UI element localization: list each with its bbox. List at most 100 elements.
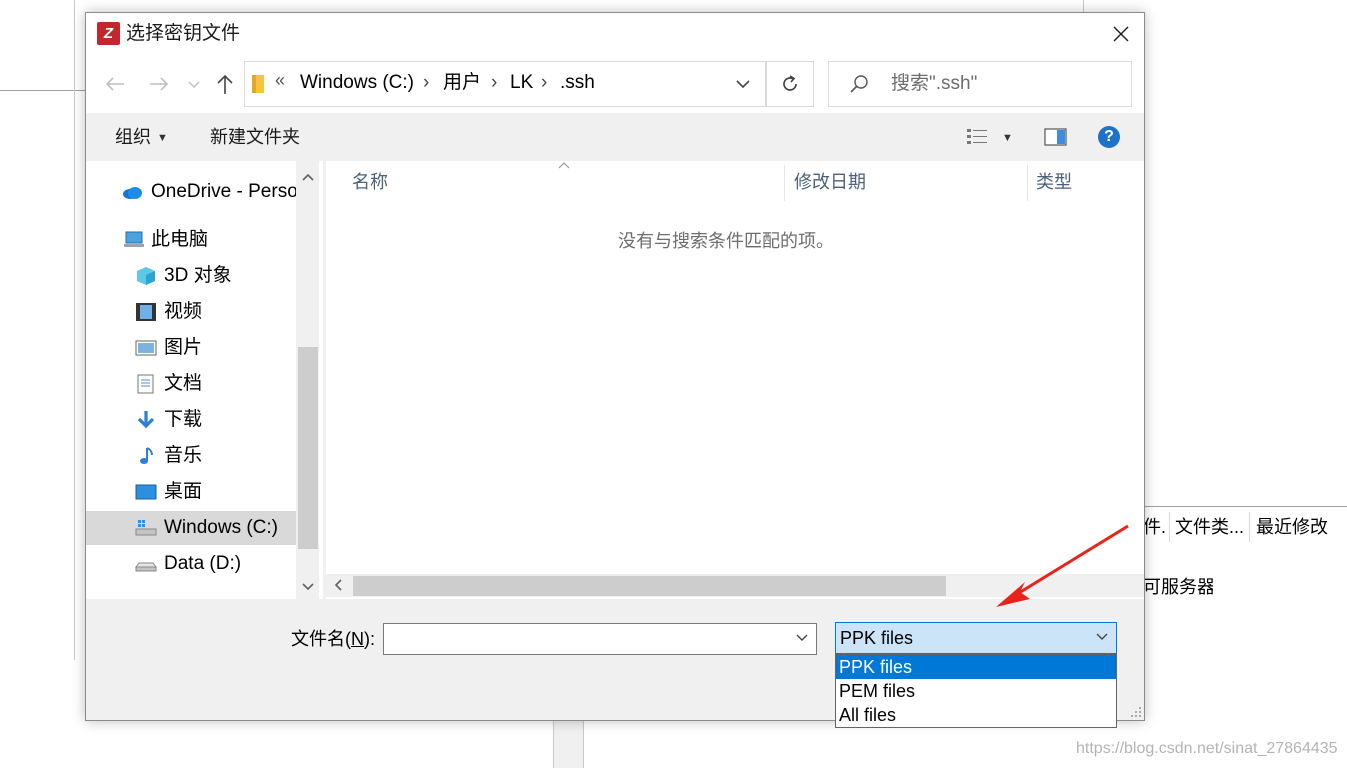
arrow-right-icon (150, 77, 169, 91)
column-separator[interactable] (784, 165, 785, 201)
file-type-value: PPK files (840, 628, 914, 648)
windows-drive-icon (135, 520, 157, 536)
bg-divider (1143, 506, 1347, 507)
nav-label: Data (D:) (164, 553, 242, 574)
bg-divider (74, 0, 75, 660)
bg-divider (0, 90, 85, 91)
folder-icon (252, 75, 264, 93)
chevron-down-icon (1096, 633, 1108, 640)
filename-combobox[interactable] (383, 623, 817, 655)
scrollbar-thumb[interactable] (353, 576, 946, 596)
up-button[interactable] (212, 71, 238, 97)
chevron-up-icon[interactable] (301, 171, 315, 185)
view-options-button[interactable] (966, 127, 990, 152)
forward-button[interactable] (146, 71, 172, 97)
watermark: https://blog.csdn.net/sinat_27864435 (1076, 740, 1338, 757)
column-header-name[interactable]: 名称 (352, 161, 782, 203)
bg-column-separator (1169, 512, 1170, 542)
arrow-left-icon (105, 77, 124, 91)
help-icon[interactable]: ? (1098, 126, 1120, 148)
bg-column-header[interactable]: 文件类... (1175, 510, 1247, 544)
file-type-option[interactable]: All files (836, 703, 1116, 727)
scrollbar-thumb[interactable] (298, 347, 318, 549)
file-type-option[interactable]: PEM files (836, 679, 1116, 703)
nav-item-pictures[interactable]: 图片 (86, 331, 296, 365)
close-icon (1113, 26, 1129, 42)
breadcrumb-users[interactable]: 用户 (443, 71, 481, 95)
chevron-down-icon (188, 81, 200, 88)
filename-input[interactable] (388, 627, 772, 651)
arrow-up-icon (217, 74, 233, 94)
nav-item-this-pc[interactable]: 此电脑 (86, 223, 296, 257)
details-view-icon (967, 129, 987, 144)
caret-down-icon: ▼ (157, 132, 168, 145)
nav-label: Windows (C:) (164, 517, 279, 538)
pictures-icon (135, 340, 157, 356)
chevron-left-icon[interactable] (332, 578, 346, 592)
preview-pane-button[interactable] (1044, 127, 1068, 152)
search-input[interactable] (889, 70, 1123, 98)
breadcrumb-lk[interactable]: LK (510, 71, 533, 95)
nav-label: 桌面 (164, 481, 203, 502)
column-header-date[interactable]: 修改日期 (794, 161, 1024, 203)
nav-item-3d-objects[interactable]: 3D 对象 (86, 259, 296, 293)
nav-label: 此电脑 (151, 229, 209, 250)
resize-grip-icon[interactable] (1130, 706, 1142, 718)
file-type-select[interactable]: PPK files (835, 622, 1117, 654)
back-button[interactable] (102, 71, 128, 97)
bg-list-item[interactable]: 可服务器 (1143, 573, 1213, 599)
bg-divider (1083, 0, 1084, 12)
breadcrumb-ssh[interactable]: .ssh (560, 71, 595, 95)
refresh-icon (783, 75, 797, 91)
nav-label: 视频 (164, 301, 203, 322)
chevron-down-icon[interactable] (301, 579, 315, 593)
column-header-type[interactable]: 类型 (1036, 161, 1136, 203)
nav-item-documents[interactable]: 文档 (86, 367, 296, 401)
breadcrumb-windows-c[interactable]: Windows (C:) (300, 71, 414, 95)
documents-icon (137, 374, 154, 394)
nav-item-videos[interactable]: 视频 (86, 295, 296, 329)
caret-down-icon: ▼ (1002, 131, 1013, 144)
new-folder-button[interactable]: 新建文件夹 (210, 125, 300, 149)
nav-item-data-d[interactable]: Data (D:) (86, 547, 296, 581)
bg-column-header[interactable]: 最近修改 (1256, 510, 1347, 544)
address-row: « Windows (C:) › 用户 › LK › .ssh (86, 55, 1144, 113)
filezilla-icon: Z (97, 22, 120, 45)
nav-item-windows-c[interactable]: Windows (C:) (86, 511, 296, 545)
chevron-down-icon[interactable] (796, 634, 808, 642)
close-button[interactable] (1098, 13, 1144, 55)
pc-icon (124, 231, 144, 247)
breadcrumb-separator[interactable]: › (541, 71, 547, 95)
nav-item-onedrive[interactable]: OneDrive - Perso (86, 175, 298, 209)
search-box[interactable] (828, 61, 1132, 107)
filename-label: 文件名(N): (291, 629, 375, 649)
view-dropdown-button[interactable]: ▼ (1002, 129, 1013, 147)
breadcrumb-separator[interactable]: › (491, 71, 497, 95)
drive-icon (135, 562, 157, 572)
nav-item-downloads[interactable]: 下载 (86, 403, 296, 437)
address-bar[interactable]: « Windows (C:) › 用户 › LK › .ssh (244, 61, 766, 107)
overflow-chevron[interactable]: « (275, 70, 285, 91)
column-separator[interactable] (1027, 165, 1028, 201)
file-type-option[interactable]: PPK files (836, 655, 1116, 679)
bg-column-header[interactable]: 件... (1143, 510, 1167, 544)
title-bar: Z 选择密钥文件 (86, 13, 1144, 55)
organize-label: 组织 (115, 127, 151, 147)
download-icon (137, 411, 155, 429)
organize-button[interactable]: 组织 ▼ (115, 125, 168, 150)
nav-scrollbar[interactable] (296, 161, 319, 599)
chevron-down-icon[interactable] (735, 76, 751, 92)
nav-item-desktop[interactable]: 桌面 (86, 475, 296, 509)
search-icon (850, 75, 868, 93)
refresh-button[interactable] (766, 61, 814, 107)
nav-label: 3D 对象 (164, 265, 232, 286)
breadcrumb-separator[interactable]: › (423, 71, 429, 95)
dialog-footer: 文件名(N): PPK files PPK files PEM files Al… (86, 599, 1144, 728)
nav-label: 音乐 (164, 445, 203, 466)
nav-item-music[interactable]: 音乐 (86, 439, 296, 473)
3d-objects-icon (137, 267, 155, 285)
recent-locations-button[interactable] (186, 71, 202, 97)
video-icon (136, 303, 156, 321)
preview-pane-icon (1044, 128, 1067, 146)
music-icon (140, 447, 153, 464)
